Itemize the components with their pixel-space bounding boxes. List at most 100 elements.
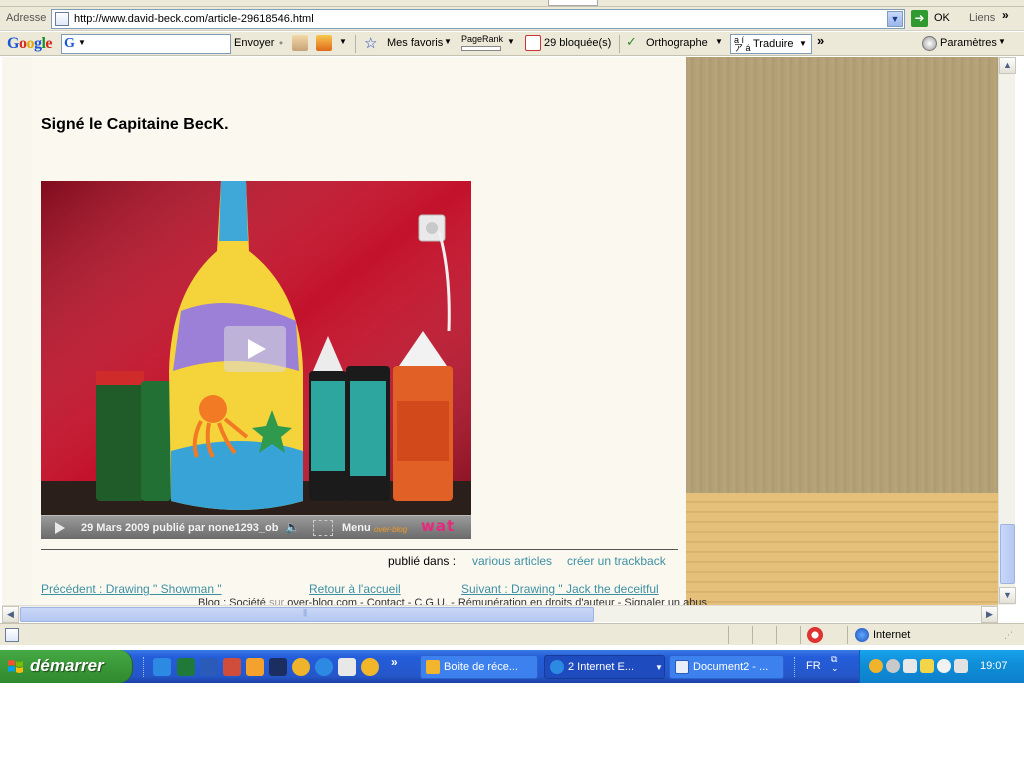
messenger-icon[interactable]	[292, 658, 310, 676]
task-button-internet-explorer[interactable]: 2 Internet E... ▼	[544, 655, 665, 679]
address-dropdown-button[interactable]: ▼	[887, 11, 903, 27]
page-status-icon	[5, 628, 19, 642]
video-menu-button[interactable]: Menu	[342, 522, 371, 534]
internet-explorer-icon[interactable]	[315, 658, 333, 676]
footer-sur: sur	[268, 597, 285, 605]
star-icon[interactable]: ☆	[364, 34, 377, 52]
popup-blocker-icon[interactable]	[525, 35, 541, 51]
google-search-input[interactable]: G ▼	[61, 34, 231, 54]
spellcheck-icon[interactable]: ✓	[626, 34, 637, 50]
fullscreen-icon[interactable]	[313, 520, 333, 536]
outlook-icon[interactable]	[246, 658, 264, 676]
address-bar: Adresse http://www.david-beck.com/articl…	[0, 7, 1024, 31]
google-logo[interactable]: Google	[7, 35, 52, 53]
send-button[interactable]: Envoyer	[234, 37, 274, 49]
chevron-down-icon[interactable]: ▼	[799, 39, 807, 48]
links-chevron-icon[interactable]: »	[1002, 8, 1009, 22]
task-button-document[interactable]: Document2 - ...	[669, 655, 784, 679]
category-link[interactable]: various articles	[472, 554, 552, 568]
chevron-down-icon[interactable]: ▼	[339, 37, 347, 46]
excel-icon[interactable]	[177, 658, 195, 676]
play-overlay-button[interactable]	[224, 326, 286, 372]
sync-tray-icon[interactable]	[886, 659, 900, 673]
paint-icon[interactable]	[223, 658, 241, 676]
chevron-down-icon[interactable]: ▼	[998, 37, 1006, 46]
trackback-link[interactable]: créer un trackback	[567, 554, 666, 568]
status-separator	[776, 626, 777, 644]
start-button[interactable]: démarrer	[0, 650, 133, 683]
wat-logo[interactable]: wat	[421, 517, 455, 535]
video-player[interactable]: 29 Mars 2009 publié par none1293_ob 🔈 Me…	[41, 181, 471, 539]
play-icon[interactable]	[47, 520, 73, 536]
go-button[interactable]: ➜ OK	[909, 9, 959, 29]
volume-icon[interactable]: 🔈	[285, 520, 300, 534]
chevron-down-icon[interactable]: ▼	[78, 38, 86, 47]
volume-tray-icon[interactable]	[954, 659, 968, 673]
toolbar-separator	[619, 35, 620, 53]
ie-explorer-quicklaunch-icon[interactable]	[153, 658, 171, 676]
previous-article-link[interactable]: Précédent : Drawing " Showman "	[41, 582, 222, 596]
horizontal-scrollbar[interactable]: ◀ ▶	[2, 605, 998, 623]
toolbar-separator	[355, 35, 356, 53]
restore-icon[interactable]: ⧉ ⌄	[831, 655, 839, 673]
taskbar-grip[interactable]	[794, 657, 797, 677]
video-caption: 29 Mars 2009 publié par none1293_ob	[81, 522, 279, 534]
chevron-down-icon[interactable]: ▼	[655, 663, 663, 672]
pagerank-indicator[interactable]: PageRank	[461, 34, 503, 54]
printer-icon[interactable]	[338, 658, 356, 676]
clock[interactable]: 19:07	[980, 660, 1008, 672]
scroll-right-icon[interactable]: ▶	[981, 606, 998, 623]
translate-icon: a íア á	[734, 35, 751, 53]
scroll-down-icon[interactable]: ▼	[999, 587, 1016, 604]
news-icon[interactable]	[292, 35, 308, 51]
quicklaunch-more-chevron-icon[interactable]: »	[391, 655, 398, 669]
settings-gear-icon[interactable]	[922, 36, 937, 51]
home-link[interactable]: Retour à l'accueil	[309, 582, 401, 596]
task-button-mail[interactable]: Boite de réce...	[420, 655, 538, 679]
scroll-left-icon[interactable]: ◀	[2, 606, 19, 623]
links-label[interactable]: Liens	[969, 12, 995, 24]
footer-links[interactable]: over-blog.com - Contact - C.G.U. - Rémun…	[287, 597, 707, 605]
user-tray-icon[interactable]	[903, 659, 917, 673]
video-frame[interactable]	[41, 181, 471, 515]
language-indicator[interactable]: FR	[806, 660, 821, 672]
photoshop-icon[interactable]	[269, 658, 287, 676]
page-viewport[interactable]: Signé le Capitaine BecK. 29 Mars 2009 pu…	[2, 57, 998, 605]
airplane-tray-icon[interactable]	[920, 659, 934, 673]
go-arrow-icon: ➜	[911, 10, 928, 27]
settings-button[interactable]: Paramètres	[940, 37, 997, 49]
google-toolbar: Google G ▼ Envoyer ⬩ ▼ ☆ Mes favoris ▼ P…	[0, 32, 1024, 56]
status-bar: Internet ⋰	[0, 623, 1024, 645]
messenger-tray-icon[interactable]	[869, 659, 883, 673]
ie-task-icon	[550, 660, 564, 674]
security-zone-label[interactable]: Internet	[873, 629, 910, 641]
favorites-button[interactable]: Mes favoris	[387, 37, 443, 49]
chevron-down-icon[interactable]: ▼	[444, 37, 452, 46]
address-url[interactable]: http://www.david-beck.com/article-296185…	[74, 13, 314, 25]
horizontal-scroll-thumb[interactable]	[20, 607, 594, 622]
window-top-strip	[0, 0, 1024, 7]
footer-text[interactable]: Blog : Société	[198, 597, 266, 605]
media-player-icon[interactable]	[361, 658, 379, 676]
chevron-down-icon[interactable]: ▼	[507, 37, 515, 46]
vertical-scrollbar[interactable]: ▲ ▼	[998, 57, 1016, 605]
resize-grip-icon[interactable]: ⋰	[1004, 630, 1013, 641]
chevron-down-icon[interactable]: ▼	[715, 37, 723, 46]
google-g-icon[interactable]: G	[64, 36, 75, 52]
popup-blocked-count[interactable]: 29 bloquée(s)	[544, 37, 611, 49]
article-divider	[41, 549, 678, 550]
window-tab-knob[interactable]	[548, 0, 598, 6]
spellcheck-button[interactable]: Orthographe	[646, 37, 708, 49]
scroll-up-icon[interactable]: ▲	[999, 57, 1016, 74]
separator-grip-icon: ⬩	[279, 37, 283, 49]
next-article-link[interactable]: Suivant : Drawing " Jack the deceitful	[461, 582, 659, 596]
translate-button[interactable]: a íア á Traduire ▼	[730, 34, 812, 54]
vertical-scroll-thumb[interactable]	[1000, 524, 1015, 584]
taskbar-grip[interactable]	[143, 657, 146, 677]
toolbar-button-icon[interactable]	[316, 35, 332, 51]
more-tools-chevron-icon[interactable]: »	[817, 33, 824, 48]
network-tray-icon[interactable]	[937, 659, 951, 673]
popup-blocked-icon[interactable]	[807, 627, 823, 643]
word-icon[interactable]	[200, 658, 218, 676]
address-input[interactable]: http://www.david-beck.com/article-296185…	[51, 9, 905, 29]
